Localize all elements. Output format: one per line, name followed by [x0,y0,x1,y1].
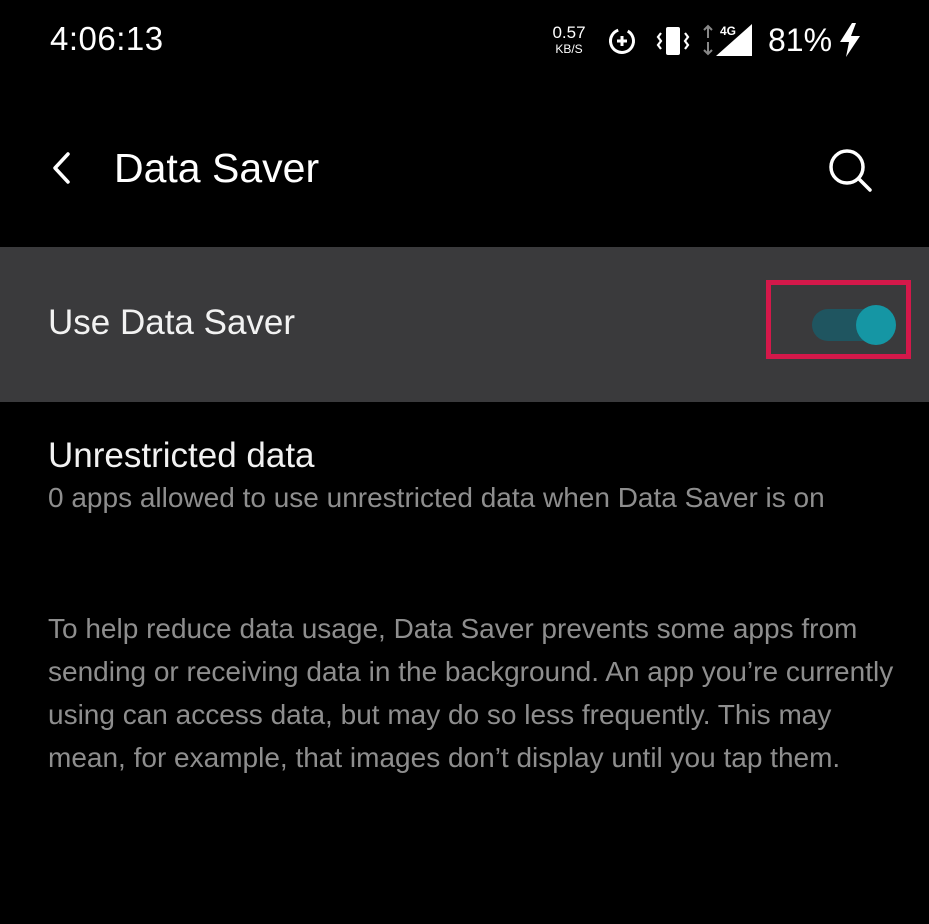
data-saver-description: To help reduce data usage, Data Saver pr… [48,613,894,773]
signal-icon: 4G [702,22,754,58]
use-data-saver-label: Use Data Saver [48,303,296,342]
data-saver-status-icon [607,26,637,56]
unrestricted-data-summary: 0 apps allowed to use unrestricted data … [48,482,825,513]
app-bar: Data Saver [0,110,929,230]
search-button[interactable] [820,140,880,200]
back-button[interactable] [38,142,88,192]
vibrate-icon [655,24,691,58]
chevron-left-icon [53,152,70,184]
page-title: Data Saver [114,145,320,191]
unrestricted-data-item[interactable]: Unrestricted data 0 apps allowed to use … [48,434,918,514]
network-speed: 0.57 KB/S [546,24,592,55]
data-saver-toggle[interactable] [812,305,896,345]
charging-icon [837,22,863,58]
network-speed-unit: KB/S [555,42,583,56]
search-icon [829,149,872,192]
toggle-thumb [856,305,896,345]
battery-percent: 81% [768,22,833,58]
svg-text:4G: 4G [720,24,736,38]
use-data-saver-row[interactable]: Use Data Saver [0,247,929,402]
network-speed-value: 0.57 [552,23,586,42]
status-bar: 4:06:13 0.57 KB/S 4G 81% [0,0,929,80]
unrestricted-data-title: Unrestricted data [48,436,315,475]
status-time: 4:06:13 [50,20,164,57]
